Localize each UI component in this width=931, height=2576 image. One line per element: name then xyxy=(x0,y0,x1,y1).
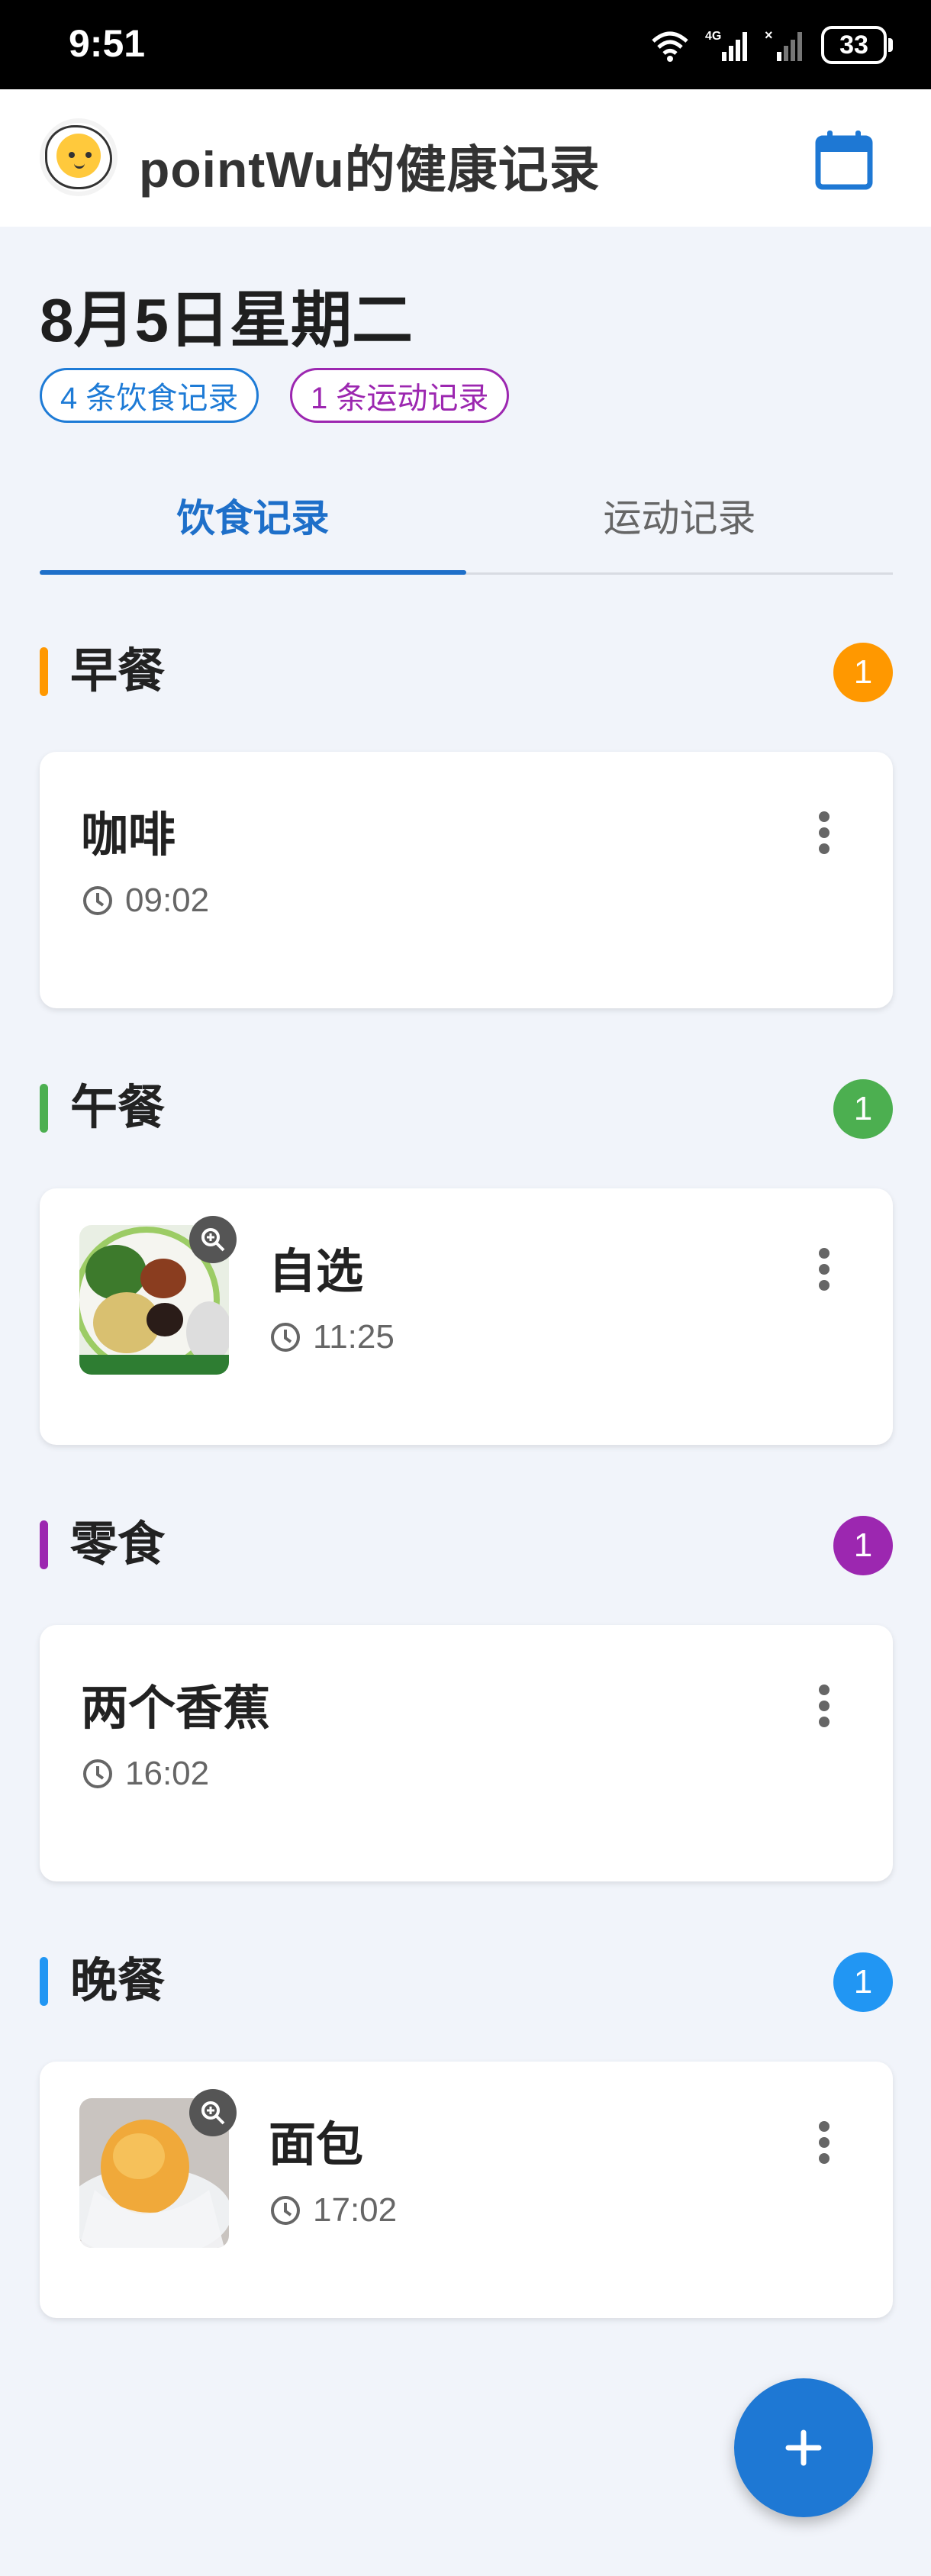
more-options-icon[interactable] xyxy=(817,2121,832,2167)
status-time: 9:51 xyxy=(69,22,146,65)
section-accent-bar xyxy=(40,1084,48,1133)
wifi-icon xyxy=(652,31,688,62)
record-tabs: 饮食记录 运动记录 xyxy=(40,458,893,575)
food-time-row: 09:02 xyxy=(81,882,209,920)
food-entry-card[interactable]: 面包 17:02 xyxy=(40,2062,893,2318)
food-name: 咖啡 xyxy=(81,809,176,862)
meal-section-lunch: 午餐 1 自选 11:25 xyxy=(40,1078,893,1445)
meal-section-breakfast: 早餐 1 咖啡 09:02 xyxy=(40,641,893,1008)
meal-section-snack: 零食 1 两个香蕉 16:02 xyxy=(40,1514,893,1881)
avatar[interactable] xyxy=(40,118,118,196)
food-entry-card[interactable]: 两个香蕉 16:02 xyxy=(40,1625,893,1881)
food-name: 两个香蕉 xyxy=(81,1682,271,1735)
clock-icon xyxy=(271,2196,300,2225)
meal-title: 零食 xyxy=(70,1518,166,1571)
more-options-icon[interactable] xyxy=(817,1685,832,1730)
food-time: 17:02 xyxy=(313,2191,398,2229)
meal-section-header: 零食 1 xyxy=(40,1514,893,1575)
meal-title: 晚餐 xyxy=(70,1955,166,2007)
food-time: 11:25 xyxy=(313,1318,395,1356)
meal-count-badge: 1 xyxy=(833,1952,893,2012)
food-record-count-chip: 4 条饮食记录 xyxy=(40,368,259,423)
status-bar: 9:51 4G × 33 xyxy=(0,0,931,89)
date-title: 8月5日星期二 xyxy=(40,286,413,354)
section-accent-bar xyxy=(40,1520,48,1569)
meal-count-badge: 1 xyxy=(833,1516,893,1575)
food-time-row: 17:02 xyxy=(269,2191,397,2229)
signal-weak-icon: × xyxy=(765,27,802,61)
svg-text:4G: 4G xyxy=(705,30,721,43)
add-record-button[interactable] xyxy=(734,2378,873,2517)
food-entry-card[interactable]: 自选 11:25 xyxy=(40,1188,893,1445)
meal-section-dinner: 晚餐 1 面包 17:02 xyxy=(40,1951,893,2318)
tab-active-indicator xyxy=(40,570,466,575)
meal-title: 早餐 xyxy=(70,645,166,698)
food-time-row: 16:02 xyxy=(81,1755,209,1793)
meal-count-badge: 1 xyxy=(833,1079,893,1139)
meal-section-header: 早餐 1 xyxy=(40,641,893,702)
tab-exercise-records[interactable]: 运动记录 xyxy=(466,458,893,572)
section-accent-bar xyxy=(40,1957,48,2006)
clock-icon xyxy=(83,1759,112,1788)
tab-food-records[interactable]: 饮食记录 xyxy=(40,458,466,572)
more-options-icon[interactable] xyxy=(817,811,832,857)
food-entry-card[interactable]: 咖啡 09:02 xyxy=(40,752,893,1008)
calendar-icon[interactable] xyxy=(812,129,876,193)
meal-section-header: 午餐 1 xyxy=(40,1078,893,1139)
meal-title: 午餐 xyxy=(70,1082,166,1134)
food-time: 16:02 xyxy=(125,1755,210,1792)
zoom-in-icon[interactable] xyxy=(189,2089,237,2136)
app-title: pointWu的健康记录 xyxy=(139,141,601,198)
svg-text:×: × xyxy=(765,27,773,43)
exercise-record-count-chip: 1 条运动记录 xyxy=(290,368,510,423)
clock-icon xyxy=(83,886,112,915)
meal-count-badge: 1 xyxy=(833,643,893,702)
signal-4g-icon: 4G xyxy=(705,30,747,61)
meal-section-header: 晚餐 1 xyxy=(40,1951,893,2012)
food-time: 09:02 xyxy=(125,882,210,919)
more-options-icon[interactable] xyxy=(817,1248,832,1294)
food-name: 面包 xyxy=(269,2119,364,2171)
plus-icon xyxy=(785,2429,822,2466)
status-icons: 4G × 33 xyxy=(649,23,893,67)
zoom-in-icon[interactable] xyxy=(189,1216,237,1263)
food-name: 自选 xyxy=(269,1246,364,1298)
clock-icon xyxy=(271,1323,300,1352)
app-bar: pointWu的健康记录 xyxy=(0,89,931,227)
food-time-row: 11:25 xyxy=(269,1318,395,1356)
section-accent-bar xyxy=(40,647,48,696)
battery-indicator: 33 xyxy=(821,26,893,64)
